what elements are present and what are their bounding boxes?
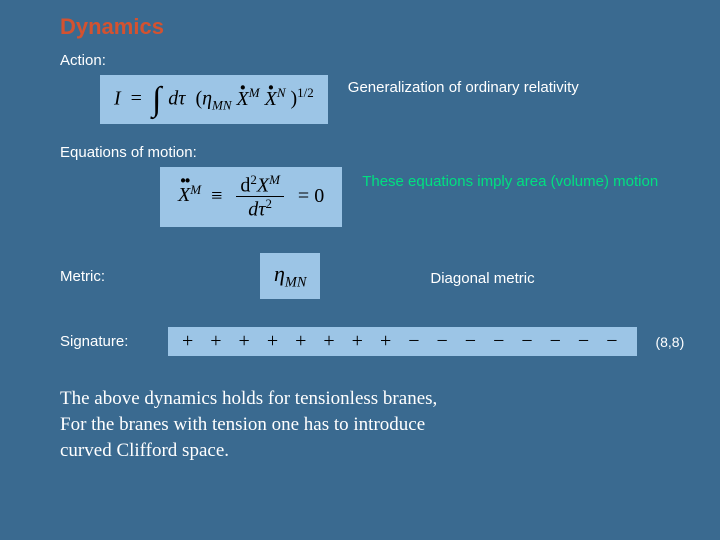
metric-symbol: ηMN [260, 253, 320, 299]
signature-box: + + + + + + + + − − − − − − − − [168, 327, 637, 356]
action-equation: I = ∫ dτ (ηMN XM XN )1/2 [100, 75, 328, 124]
signature-row: Signature: + + + + + + + + − − − − − − −… [60, 327, 660, 356]
eom-row: XM ≡ d2XM dτ2 = 0 These equations imply … [160, 167, 660, 227]
action-row: I = ∫ dτ (ηMN XM XN )1/2 Generalization … [100, 75, 660, 124]
footer-paragraph: The above dynamics holds for tensionless… [60, 386, 660, 463]
metric-row: Metric: ηMN Diagonal metric [60, 253, 660, 299]
signature-value: (8,8) [655, 334, 684, 350]
eom-caption: These equations imply area (volume) moti… [362, 167, 660, 190]
eom-label: Equations of motion: [60, 144, 660, 161]
action-label: Action: [60, 52, 660, 69]
metric-caption: Diagonal metric [430, 266, 660, 287]
metric-label: Metric: [60, 268, 150, 285]
integral-icon: ∫ [152, 90, 161, 110]
eom-equation: XM ≡ d2XM dτ2 = 0 [160, 167, 342, 227]
action-caption: Generalization of ordinary relativity [348, 75, 660, 96]
signature-label: Signature: [60, 333, 150, 350]
slide-title: Dynamics [60, 14, 660, 40]
